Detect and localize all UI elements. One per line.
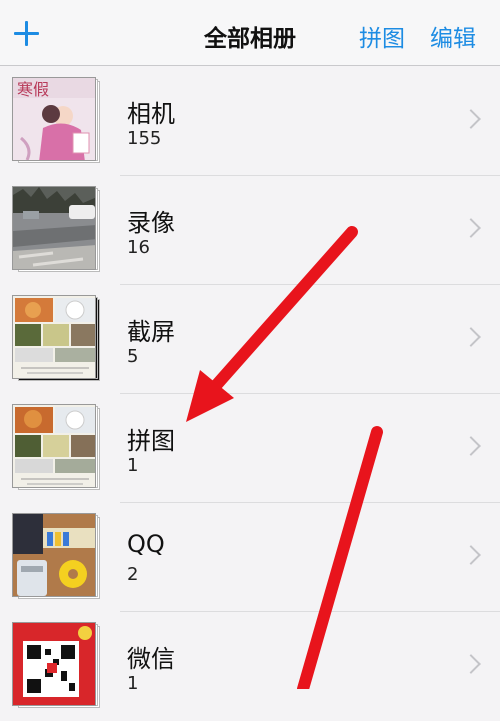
album-row-wechat[interactable]: 微信 1 <box>0 612 500 721</box>
album-thumbnail <box>12 622 96 706</box>
album-count: 5 <box>127 346 139 367</box>
album-row-puzzle[interactable]: 拼图 1 <box>0 394 500 503</box>
album-row-qq[interactable]: QQ 2 <box>0 503 500 612</box>
thumbnail-title-text: 寒假 <box>17 80 49 99</box>
chevron-right-icon <box>461 436 481 456</box>
album-thumbnail <box>12 186 96 270</box>
chevron-right-icon <box>461 654 481 674</box>
album-row-screenshots[interactable]: 截屏 5 <box>0 285 500 394</box>
page-title: 全部相册 <box>204 26 296 52</box>
album-count: 16 <box>127 237 150 258</box>
album-count: 1 <box>127 455 139 476</box>
edit-button[interactable]: 编辑 <box>430 19 476 53</box>
chevron-right-icon <box>461 327 481 347</box>
album-list: 寒假 相机 155 录像 16 截屏 5 拼图 1 QQ 2 微信 1 <box>0 67 500 721</box>
chevron-right-icon <box>461 109 481 129</box>
album-thumbnail-stack <box>12 295 108 385</box>
navigation-bar: 全部相册 拼图 编辑 <box>0 0 500 66</box>
album-thumbnail-stack <box>12 513 108 603</box>
album-thumbnail <box>12 295 96 379</box>
album-name: 拼图 <box>127 427 175 455</box>
puzzle-button[interactable]: 拼图 <box>359 19 405 53</box>
chevron-right-icon <box>461 545 481 565</box>
album-thumbnail-stack <box>12 404 108 494</box>
album-thumbnail: 寒假 <box>12 77 96 161</box>
album-thumbnail-stack <box>12 622 108 712</box>
album-count: 1 <box>127 673 139 694</box>
album-thumbnail <box>12 513 96 597</box>
album-row-camera[interactable]: 寒假 相机 155 <box>0 67 500 176</box>
album-count: 155 <box>127 128 162 149</box>
album-thumbnail-stack <box>12 186 108 276</box>
album-count: 2 <box>127 564 139 585</box>
album-name: QQ <box>127 530 165 558</box>
chevron-right-icon <box>461 218 481 238</box>
album-name: 微信 <box>127 645 175 673</box>
album-thumbnail <box>12 404 96 488</box>
album-name: 截屏 <box>127 318 175 346</box>
album-name: 相机 <box>127 100 175 128</box>
album-thumbnail-stack: 寒假 <box>12 77 108 167</box>
plus-icon[interactable] <box>12 19 42 49</box>
album-row-video[interactable]: 录像 16 <box>0 176 500 285</box>
album-name: 录像 <box>127 209 175 237</box>
